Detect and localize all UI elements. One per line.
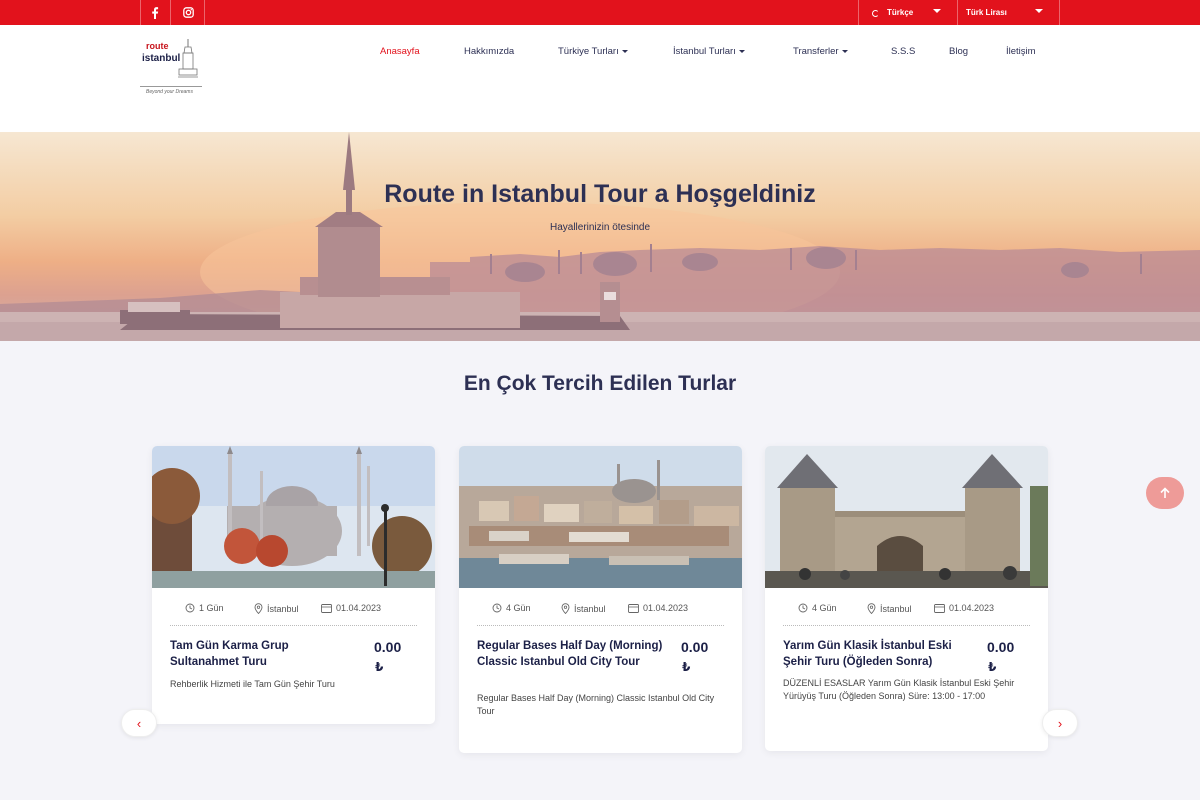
tour-image-old-city <box>459 446 742 588</box>
nav-turkey-tours[interactable]: Türkiye Turları <box>558 45 628 57</box>
map-pin-icon <box>561 603 570 614</box>
clock-icon <box>185 603 195 613</box>
site-logo[interactable]: route istanbul Beyond your Dreams <box>140 37 202 97</box>
currency-symbol: ₺ <box>375 660 384 674</box>
tour-card[interactable]: 4 Gün İstanbul 01.04.2023 Regular Bases … <box>459 446 742 753</box>
logo-text-route: route <box>146 41 169 51</box>
divider <box>170 0 171 25</box>
duration-text: 4 Gün <box>506 603 531 613</box>
tour-title[interactable]: Tam Gün Karma Grup Sultanahmet Turu <box>170 638 360 670</box>
location-text: İstanbul <box>267 603 299 614</box>
location-text: İstanbul <box>574 603 606 614</box>
calendar-icon <box>321 604 332 613</box>
date-text: 01.04.2023 <box>949 603 995 613</box>
date: 01.04.2023 <box>934 603 994 613</box>
clock-icon <box>492 603 502 613</box>
map-pin-icon <box>254 603 263 614</box>
calendar-icon <box>934 604 945 613</box>
nav-istanbul-tours-label: İstanbul Turları <box>673 45 736 57</box>
divider <box>1059 0 1060 25</box>
currency-symbol: ₺ <box>682 660 691 674</box>
calendar-icon <box>628 604 639 613</box>
divider <box>858 0 859 25</box>
divider <box>477 625 724 626</box>
date-text: 01.04.2023 <box>643 603 689 613</box>
divider <box>204 0 205 25</box>
nav-contact[interactable]: İletişim <box>1006 45 1036 57</box>
tour-title[interactable]: Yarım Gün Klasik İstanbul Eski Şehir Tur… <box>783 638 973 670</box>
tour-description: DÜZENLİ ESASLAR Yarım Gün Klasik İstanbu… <box>783 678 1015 701</box>
caret-down-icon <box>738 49 745 53</box>
tour-description: Regular Bases Half Day (Morning) Classic… <box>477 693 715 716</box>
chevron-right-icon: › <box>1057 715 1063 731</box>
map-pin-icon <box>867 603 876 614</box>
tour-description: Rehberlik Hizmeti ile Tam Gün Şehir Turu <box>170 679 335 689</box>
logo-text-istanbul: istanbul <box>142 53 181 64</box>
chevron-left-icon: ‹ <box>136 715 142 731</box>
caret-down-icon <box>841 49 848 53</box>
nav-transfers-label: Transferler <box>793 45 839 57</box>
location: İstanbul <box>561 603 606 614</box>
duration: 1 Gün <box>185 603 224 613</box>
date: 01.04.2023 <box>321 603 381 613</box>
date: 01.04.2023 <box>628 603 688 613</box>
date-text: 01.04.2023 <box>336 603 382 613</box>
arrow-up-icon <box>1160 487 1170 498</box>
divider <box>957 0 958 25</box>
nav-faq[interactable]: S.S.S <box>891 45 915 57</box>
turkey-flag-icon <box>870 8 882 17</box>
tour-price: 0.00 <box>374 639 402 655</box>
tour-card[interactable]: 1 Gün İstanbul 01.04.2023 Tam Gün Karma … <box>152 446 435 724</box>
clock-icon <box>798 603 808 613</box>
back-to-top-button[interactable] <box>1146 477 1184 509</box>
duration-text: 4 Gün <box>812 603 837 613</box>
carousel-prev-button[interactable]: ‹ <box>121 709 157 737</box>
duration: 4 Gün <box>492 603 531 613</box>
nav-about[interactable]: Hakkımızda <box>464 45 514 57</box>
divider <box>170 625 417 626</box>
instagram-icon[interactable] <box>173 0 203 25</box>
chevron-down-icon <box>1035 9 1043 13</box>
tour-meta: 4 Gün İstanbul 01.04.2023 <box>765 603 1048 617</box>
maiden-tower-icon <box>178 39 198 78</box>
nav-transfers[interactable]: Transferler <box>793 45 848 57</box>
language-label: Türkçe <box>887 8 914 17</box>
facebook-icon[interactable] <box>140 0 170 25</box>
language-selector[interactable]: Türkçe <box>870 0 913 25</box>
divider <box>783 625 1030 626</box>
nav-blog[interactable]: Blog <box>949 45 968 57</box>
logo-tagline: Beyond your Dreams <box>146 89 193 95</box>
nav-home[interactable]: Anasayfa <box>380 45 420 57</box>
tour-image-topkapi-gate <box>765 446 1048 588</box>
logo-divider <box>140 86 202 87</box>
duration-text: 1 Gün <box>199 603 224 613</box>
tour-card[interactable]: 4 Gün İstanbul 01.04.2023 Yarım Gün Klas… <box>765 446 1048 751</box>
tour-price: 0.00 <box>681 639 709 655</box>
tour-title[interactable]: Regular Bases Half Day (Morning) Classic… <box>477 638 667 670</box>
tour-image-blue-mosque <box>152 446 435 588</box>
tour-meta: 4 Gün İstanbul 01.04.2023 <box>459 603 742 617</box>
istanbul-skyline-image <box>0 132 1200 341</box>
currency-symbol: ₺ <box>988 660 997 674</box>
hero-title: Route in Istanbul Tour a Hoşgeldiniz <box>384 180 816 208</box>
site-header: route istanbul Beyond your Dreams Anasay… <box>0 25 1200 132</box>
tour-meta: 1 Gün İstanbul 01.04.2023 <box>152 603 435 617</box>
carousel-next-button[interactable]: › <box>1042 709 1078 737</box>
hero-banner: Route in Istanbul Tour a Hoşgeldiniz Hay… <box>0 132 1200 341</box>
location: İstanbul <box>867 603 912 614</box>
duration: 4 Gün <box>798 603 837 613</box>
section-title: En Çok Tercih Edilen Turlar <box>463 372 737 395</box>
tour-price: 0.00 <box>987 639 1015 655</box>
nav-istanbul-tours[interactable]: İstanbul Turları <box>673 45 745 57</box>
location-text: İstanbul <box>880 603 912 614</box>
hero-subtitle: Hayallerinizin ötesinde <box>549 222 651 233</box>
nav-turkey-tours-label: Türkiye Turları <box>558 45 619 57</box>
currency-label: Türk Lirası <box>966 8 1007 17</box>
caret-down-icon <box>621 49 628 53</box>
location: İstanbul <box>254 603 299 614</box>
currency-selector[interactable]: Türk Lirası <box>966 0 1007 25</box>
top-bar: Türkçe Türk Lirası <box>0 0 1200 25</box>
chevron-down-icon <box>933 9 941 13</box>
